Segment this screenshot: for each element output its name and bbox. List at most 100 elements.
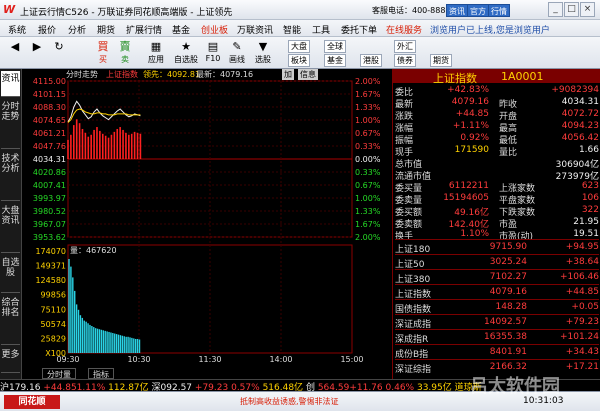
forex-dropdown[interactable]: 外汇: [394, 40, 416, 53]
watchlist-button[interactable]: ★ 自选股: [172, 39, 200, 67]
tab-ranking[interactable]: 综合排名: [1, 295, 20, 345]
price-tick-label: 4088.30: [33, 103, 66, 112]
time-tick-label: 09:30: [56, 355, 79, 364]
window-title: 上证云行情C526 - 万联证券同花顺高端版 - 上证领先: [20, 8, 233, 18]
tab-timeshare[interactable]: 分时走势: [1, 99, 20, 149]
draw-line-button[interactable]: ✎ 画线: [226, 39, 248, 67]
index-row[interactable]: 上证180 9715.90 +94.95: [395, 239, 599, 255]
pct-tick-label: 1.00%: [355, 116, 381, 125]
chart-bottom-tabs: 分时量 指标: [22, 368, 392, 379]
range-button[interactable]: 区间: [362, 256, 378, 265]
menu-tools[interactable]: 工具: [312, 23, 330, 36]
tab-tech-analysis[interactable]: 技术分析: [1, 151, 20, 201]
market-button[interactable]: 行情: [488, 4, 510, 17]
tab-market-news[interactable]: 大盘资讯: [1, 203, 20, 253]
menu-bar: 系统 报价 分析 期货 扩展行情 基金 创业板 万联资讯 智能 工具 委托下单 …: [0, 20, 600, 37]
star-icon: ★: [181, 40, 191, 53]
app-window: W 上证云行情C526 - 万联证券同花顺高端版 - 上证领先 客服电话：400…: [0, 0, 600, 411]
login-notice[interactable]: 浏览用户已上线,您是浏览用户: [430, 23, 550, 36]
price-tick-label: 4074.65: [33, 116, 66, 125]
bond-dropdown[interactable]: 债券: [394, 54, 416, 67]
menu-order[interactable]: 委托下单: [341, 23, 377, 36]
global-dropdown[interactable]: 全球: [324, 40, 346, 53]
quote-value: +44.85: [455, 109, 489, 119]
time-tick-label: 10:30: [127, 355, 150, 364]
quote-value-2: 19.51: [573, 229, 599, 239]
tab-news[interactable]: 资讯: [1, 71, 20, 97]
market-dropdown[interactable]: 大盘: [288, 40, 310, 53]
futures-dropdown[interactable]: 期货: [430, 54, 452, 67]
menu-funds[interactable]: 基金: [172, 23, 190, 36]
quote-value: 6112211: [448, 181, 489, 191]
minimize-icon[interactable]: _: [548, 2, 563, 17]
sector-dropdown[interactable]: 板块: [288, 54, 310, 67]
tab-indicator[interactable]: 指标: [88, 368, 114, 379]
apply-button[interactable]: ▦ 应用: [145, 39, 167, 67]
index-row[interactable]: 成份B指 8401.91 +34.43: [395, 344, 599, 360]
index-row[interactable]: 上证50 3025.24 +38.64: [395, 254, 599, 270]
tab-more[interactable]: 更多: [1, 347, 20, 373]
quote-value-2: 322: [581, 205, 599, 215]
index-change: +17.21: [565, 362, 599, 372]
menu-gem[interactable]: 创业板: [201, 23, 228, 36]
menu-quotes[interactable]: 报价: [38, 23, 56, 36]
news-ticker[interactable]: 抵制高收益诱惑,警惕非法证: [240, 396, 339, 407]
buy-icon: 買: [97, 40, 109, 53]
menu-news[interactable]: 万联资讯: [237, 23, 273, 36]
sell-button[interactable]: 賣卖: [114, 39, 136, 67]
pct-tick-label: 2.00%: [355, 233, 381, 242]
f10-button[interactable]: ▤ F10: [202, 39, 224, 67]
forward-button[interactable]: ▶: [26, 39, 48, 67]
price-tick-label: 3953.62: [33, 233, 66, 242]
app-logo-icon: W: [3, 3, 16, 16]
official-button[interactable]: 官方: [467, 4, 489, 17]
forward-icon: ▶: [32, 40, 42, 53]
toolbar: ◀ ▶ ↻ 買买 賣卖 ▦ 应用 ★ 自选股 ▤ F10 ✎ 画线 ▼ 选股 大盘 板块 …: [0, 37, 600, 69]
menu-system[interactable]: 系统: [8, 23, 26, 36]
volume-tick-label: 124580: [35, 276, 66, 285]
pct-tick-label: 0.67%: [355, 129, 381, 138]
close-icon[interactable]: ×: [580, 2, 595, 17]
sell-icon: 賣: [119, 40, 131, 53]
menu-futures[interactable]: 期货: [97, 23, 115, 36]
price-line: [67, 100, 141, 123]
tab-volume[interactable]: 分时量: [42, 368, 76, 379]
menu-analysis[interactable]: 分析: [68, 23, 86, 36]
back-button[interactable]: ◀: [4, 39, 26, 67]
quote-row: 委比 +42.83% +9082394: [395, 85, 599, 98]
hk-dropdown[interactable]: 港股: [360, 54, 382, 67]
index-row[interactable]: 国债指数 148.28 +0.05: [395, 299, 599, 315]
index-row[interactable]: 深证综指 2166.32 +17.21: [395, 359, 599, 375]
document-icon: ▤: [207, 40, 219, 53]
stock-picker-button[interactable]: ▼ 选股: [252, 39, 274, 67]
quote-value: 1.10%: [460, 229, 489, 239]
index-change: +94.95: [565, 242, 599, 252]
index-row[interactable]: 上证380 7102.27 +106.46: [395, 269, 599, 285]
maximize-icon[interactable]: □: [564, 2, 579, 17]
menu-ext-quotes[interactable]: 扩展行情: [126, 23, 162, 36]
quote-value: 0.92%: [460, 133, 489, 143]
time-tick-label: 11:30: [198, 355, 221, 364]
index-value: 148.28: [495, 302, 528, 312]
quote-row: 涨幅 +1.11% 最高 4094.23: [395, 121, 599, 134]
tab-watchlist[interactable]: 自选股: [1, 255, 20, 293]
fund-dropdown[interactable]: 基金: [324, 54, 346, 67]
info-button[interactable]: 资讯: [446, 4, 468, 17]
index-row[interactable]: 深成指R 16355.38 +101.24: [395, 329, 599, 345]
quote-code: 1A0001: [501, 70, 544, 83]
index-row[interactable]: 深证成指 14092.57 +79.23: [395, 314, 599, 330]
volume-tick-label: 50574: [41, 320, 66, 329]
menu-online[interactable]: 在线服务: [386, 23, 422, 36]
index-row[interactable]: 上证指数 4079.16 +44.85: [395, 284, 599, 300]
index-change: +106.46: [559, 272, 599, 282]
menu-smart[interactable]: 智能: [283, 23, 301, 36]
refresh-button[interactable]: ↻: [48, 39, 70, 67]
volume-tick-label: 149371: [35, 262, 66, 271]
index-value: 16355.38: [484, 332, 527, 342]
buy-button[interactable]: 買买: [92, 39, 114, 67]
index-change: +34.43: [565, 347, 599, 357]
stock-picker-label: 选股: [255, 55, 271, 64]
index-value: 7102.27: [489, 272, 527, 282]
index-value: 9715.90: [489, 242, 527, 252]
quote-panel: 上证指数 1A0001 委比 +42.83% +9082394 最新 4079.16 昨收…: [392, 69, 600, 381]
